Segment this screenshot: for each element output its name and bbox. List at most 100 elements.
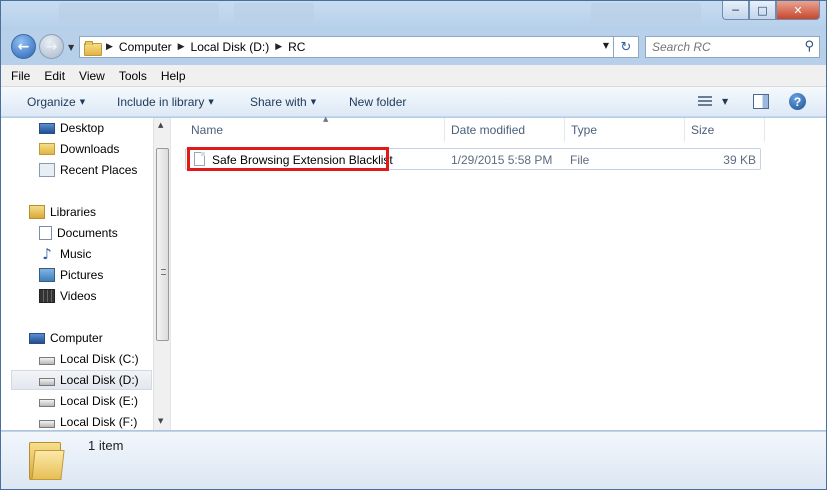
- menu-edit[interactable]: Edit: [44, 69, 65, 83]
- computer-icon: [29, 332, 45, 344]
- sidebar-item-libraries[interactable]: Libraries: [1, 202, 153, 222]
- column-header-label: Name: [191, 123, 224, 137]
- command-bar: Organize ▼ Include in library ▼ Share with…: [1, 87, 826, 117]
- menu-help[interactable]: Help: [161, 69, 186, 83]
- sidebar-item-documents[interactable]: Documents: [1, 223, 153, 243]
- organize-label: Organize: [27, 95, 76, 109]
- menu-view[interactable]: View: [79, 69, 105, 83]
- recent-pages-dropdown[interactable]: ▼: [68, 43, 74, 52]
- organize-button[interactable]: Organize ▼: [27, 95, 85, 109]
- arrow-left-icon: ←: [17, 38, 30, 55]
- address-bar[interactable]: ▶ Computer ▶ Local Disk (D:) ▶ RC ▼: [79, 36, 614, 58]
- search-icon[interactable]: ⚲: [804, 39, 814, 54]
- menu-bar: File Edit View Tools Help: [1, 65, 826, 87]
- sidebar-item-label: Desktop: [60, 121, 105, 135]
- background-window-ghost: [59, 3, 219, 21]
- chevron-right-icon[interactable]: ▶: [275, 42, 282, 52]
- sidebar-item-label: Libraries: [50, 205, 97, 219]
- sidebar-item-desktop[interactable]: Desktop: [1, 118, 153, 138]
- address-dropdown-icon[interactable]: ▼: [603, 41, 609, 50]
- search-box[interactable]: ⚲: [645, 36, 820, 58]
- maximize-button[interactable]: □: [749, 1, 776, 20]
- folder-icon: [84, 40, 102, 56]
- sidebar-item-recent-places[interactable]: Recent Places: [1, 160, 153, 180]
- documents-icon: [39, 226, 52, 240]
- sidebar-item-local-disk-c[interactable]: Local Disk (C:): [1, 349, 153, 369]
- column-header-label: Type: [571, 123, 598, 137]
- menu-tools[interactable]: Tools: [119, 69, 147, 83]
- column-header-label: Size: [691, 123, 715, 137]
- menu-file[interactable]: File: [11, 69, 30, 83]
- background-window-ghost: [591, 3, 701, 21]
- refresh-icon: ↻: [620, 39, 632, 55]
- navigation-pane: Desktop Downloads Recent Places Librarie…: [1, 118, 169, 430]
- sidebar-item-pictures[interactable]: Pictures: [1, 265, 153, 285]
- sort-ascending-icon: ▲: [323, 115, 329, 123]
- column-header-name[interactable]: Name ▲: [185, 115, 445, 142]
- file-type: File: [570, 153, 590, 167]
- breadcrumb-local-disk-d[interactable]: Local Disk (D:): [191, 40, 270, 54]
- sidebar-item-label: Downloads: [60, 142, 120, 156]
- sidebar-item-computer[interactable]: Computer: [1, 328, 153, 348]
- breadcrumb-computer[interactable]: Computer: [119, 40, 172, 54]
- background-window-ghost: [234, 3, 314, 21]
- desktop-icon: [39, 122, 55, 134]
- sidebar-item-label: Music: [60, 247, 92, 261]
- title-bar[interactable]: ─ □ ✕: [1, 1, 826, 31]
- column-header-date-modified[interactable]: Date modified: [445, 118, 565, 142]
- scroll-up-icon[interactable]: ▲: [158, 121, 163, 129]
- sidebar-item-local-disk-f[interactable]: Local Disk (F:): [1, 412, 153, 430]
- sidebar-item-music[interactable]: ♪ Music: [1, 244, 153, 264]
- arrow-right-icon: →: [45, 38, 58, 55]
- sidebar-item-label: Pictures: [60, 268, 104, 282]
- breadcrumb-rc[interactable]: RC: [288, 40, 305, 54]
- annotation-highlight-box: [187, 147, 389, 171]
- help-icon[interactable]: ?: [789, 93, 806, 110]
- sidebar-item-label: Computer: [50, 331, 103, 345]
- sidebar-item-label: Local Disk (D:): [60, 373, 139, 387]
- minimize-button[interactable]: ─: [722, 1, 749, 20]
- column-header-size[interactable]: Size: [685, 118, 765, 142]
- share-with-button[interactable]: Share with ▼: [250, 95, 316, 109]
- column-header-type[interactable]: Type: [565, 118, 685, 142]
- sidebar-item-downloads[interactable]: Downloads: [1, 139, 153, 159]
- scrollbar-thumb[interactable]: [156, 148, 169, 341]
- chevron-right-icon[interactable]: ▶: [106, 42, 113, 52]
- navigation-row: ← → ▼ ▶ Computer ▶ Local Disk (D:) ▶ RC …: [1, 31, 826, 61]
- sidebar-item-videos[interactable]: Videos: [1, 286, 153, 306]
- new-folder-button[interactable]: New folder: [349, 95, 406, 109]
- sidebar-item-local-disk-d[interactable]: Local Disk (D:): [11, 370, 152, 390]
- search-input[interactable]: [646, 37, 796, 57]
- sidebar-item-label: Local Disk (E:): [60, 394, 139, 408]
- forward-button[interactable]: →: [39, 34, 64, 59]
- downloads-folder-icon: [39, 143, 55, 155]
- explorer-window: ─ □ ✕ ← → ▼ ▶ Computer ▶ Local Disk (D:)…: [0, 0, 827, 490]
- system-drive-icon: [39, 357, 55, 365]
- scrollbar-grip: [161, 269, 166, 275]
- chevron-right-icon[interactable]: ▶: [178, 42, 185, 52]
- folder-icon: [29, 438, 65, 480]
- include-in-library-label: Include in library: [117, 95, 205, 109]
- sidebar-item-local-disk-e[interactable]: Local Disk (E:): [1, 391, 153, 411]
- scroll-down-icon[interactable]: ▼: [158, 417, 163, 425]
- nav-pane-scrollbar[interactable]: ▲ ▼: [153, 118, 170, 430]
- libraries-icon: [29, 205, 45, 219]
- preview-pane-icon[interactable]: [753, 94, 769, 109]
- include-in-library-button[interactable]: Include in library ▼: [117, 95, 214, 109]
- refresh-button[interactable]: ↻: [614, 36, 639, 58]
- back-button[interactable]: ←: [11, 34, 36, 59]
- chevron-down-icon: ▼: [208, 98, 214, 106]
- column-header-label: Date modified: [451, 123, 526, 137]
- window-controls: ─ □ ✕: [722, 1, 820, 20]
- change-view-icon[interactable]: [698, 96, 712, 107]
- view-options-dropdown[interactable]: ▼: [722, 97, 728, 106]
- file-date-modified: 1/29/2015 5:58 PM: [451, 153, 553, 167]
- details-pane: 1 item: [1, 431, 826, 489]
- music-icon: ♪: [42, 245, 52, 263]
- recent-places-icon: [39, 163, 55, 177]
- file-list: Name ▲ Date modified Type Size Safe Brow…: [173, 115, 826, 430]
- sidebar-item-label: Local Disk (F:): [60, 415, 138, 429]
- pictures-icon: [39, 268, 55, 282]
- chevron-down-icon: ▼: [310, 98, 317, 106]
- close-button[interactable]: ✕: [776, 1, 820, 20]
